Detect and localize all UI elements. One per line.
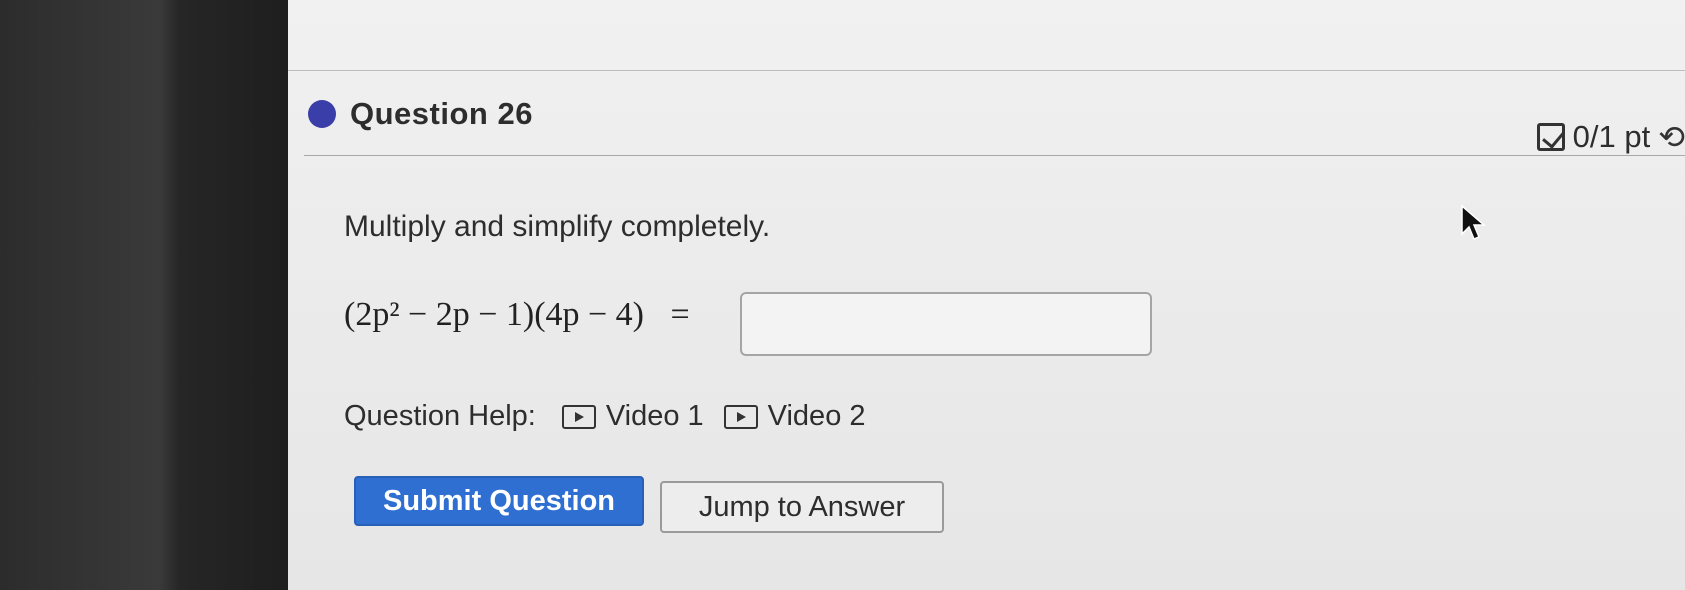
status-dot-icon (308, 100, 336, 128)
score-area: 0/1 pt ⟲ (1536, 118, 1685, 156)
header-divider (304, 155, 1685, 156)
score-text: 0/1 pt (1572, 119, 1651, 154)
answer-input[interactable] (740, 292, 1152, 356)
question-help: Question Help: Video 1 Video 2 (344, 400, 886, 433)
question-panel: Question 26 0/1 pt ⟲ Multiply and simpli… (288, 0, 1685, 590)
help-label: Question Help: (344, 400, 536, 432)
equals-sign: = (670, 296, 690, 333)
video-2-link[interactable]: Video 2 (723, 400, 866, 433)
video-2-label: Video 2 (767, 400, 866, 432)
retry-icon[interactable]: ⟲ (1658, 118, 1685, 156)
video-icon (723, 404, 758, 429)
mouse-pointer-icon (1461, 204, 1487, 240)
video-1-label: Video 1 (605, 400, 704, 432)
math-expression: (2p² − 2p − 1)(4p − 4) = (344, 296, 690, 334)
question-prompt: Multiply and simplify completely. (344, 210, 771, 243)
top-divider (288, 70, 1685, 71)
question-title: Question 26 (350, 96, 533, 131)
submit-question-button[interactable]: Submit Question (354, 476, 644, 526)
checkbox-score-icon (1536, 123, 1565, 151)
expression-text: (2p² − 2p − 1)(4p − 4) (344, 296, 645, 333)
video-icon (561, 404, 596, 429)
monitor-bezel (0, 0, 290, 590)
video-1-link[interactable]: Video 1 (561, 400, 704, 433)
jump-to-answer-button[interactable]: Jump to Answer (660, 481, 944, 533)
